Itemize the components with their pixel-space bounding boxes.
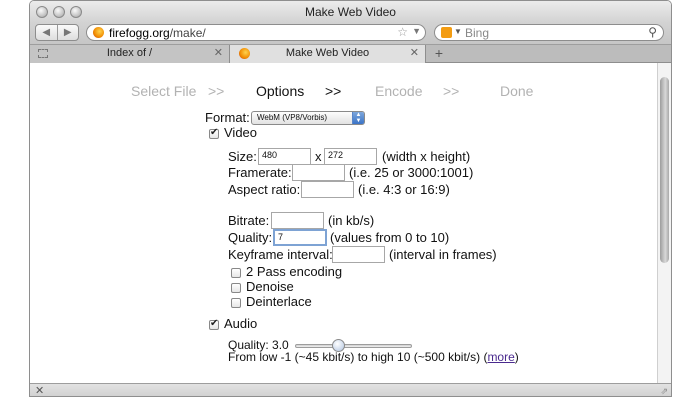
forward-button[interactable]: ▶ xyxy=(56,25,79,40)
aspect-ratio-hint: (i.e. 4:3 or 16:9) xyxy=(358,182,450,197)
video-label: Video xyxy=(224,125,258,140)
aspect-ratio-input[interactable] xyxy=(301,181,354,198)
search-bar[interactable]: ▼ Bing ⚲ xyxy=(434,24,664,41)
bitrate-hint: (in kb/s) xyxy=(328,213,375,228)
audio-quality-slider[interactable] xyxy=(295,344,412,348)
window-title: Make Web Video xyxy=(305,5,396,19)
step-options: Options xyxy=(256,83,305,99)
more-link[interactable]: more xyxy=(487,350,514,364)
denoise-checkbox[interactable] xyxy=(231,283,241,293)
url-domain: firefogg.org xyxy=(109,26,170,40)
site-favicon-icon xyxy=(93,27,104,38)
search-engine-icon[interactable] xyxy=(441,27,452,38)
step-arrow: >> xyxy=(208,83,225,99)
close-paren: ) xyxy=(514,350,519,364)
search-icon[interactable]: ⚲ xyxy=(648,25,657,39)
framerate-label: Framerate: xyxy=(228,165,292,180)
size-label: Size: xyxy=(228,149,257,164)
close-tab-icon[interactable]: ✕ xyxy=(214,46,223,59)
search-engine-dropdown-icon[interactable]: ▼ xyxy=(454,27,462,36)
format-value: WebM (VP8/Vorbis) xyxy=(257,113,328,122)
format-select[interactable]: WebM (VP8/Vorbis) ▲ ▼ xyxy=(251,111,365,125)
step-encode: Encode xyxy=(375,83,423,99)
bookmark-star-icon[interactable]: ☆ xyxy=(397,25,408,39)
status-bar: ✕ ⇗ xyxy=(30,383,671,396)
size-hint: (width x height) xyxy=(382,149,471,164)
browser-window: Make Web Video ◀ ▶ firefogg.org/make/ ☆ … xyxy=(29,0,672,397)
page-content: Select File >> Options >> Encode >> Done… xyxy=(30,63,657,383)
navigation-toolbar: ◀ ▶ firefogg.org/make/ ☆ ▼ ▼ Bing ⚲ xyxy=(30,22,671,44)
keyframe-interval-label: Keyframe interval: xyxy=(228,247,333,262)
resize-grip-icon[interactable]: ⇗ xyxy=(660,386,668,396)
audio-range-label: From low -1 (~45 kbit/s) to high 10 (~50… xyxy=(228,350,488,364)
select-arrows-icon: ▲ ▼ xyxy=(352,112,364,124)
step-done: Done xyxy=(500,83,534,99)
deinterlace-label: Deinterlace xyxy=(246,294,312,309)
keyframe-interval-input[interactable] xyxy=(332,246,385,263)
tab-index[interactable]: Index of / ✕ xyxy=(30,45,230,63)
back-arrow-icon: ◀ xyxy=(42,27,51,38)
keyframe-interval-hint: (interval in frames) xyxy=(389,247,497,262)
close-addon-bar-icon[interactable]: ✕ xyxy=(35,384,44,396)
scrollbar-thumb[interactable] xyxy=(660,77,669,263)
audio-checkbox[interactable] xyxy=(209,318,219,330)
tab-make-web-video[interactable]: Make Web Video ✕ xyxy=(230,45,426,63)
step-arrow: >> xyxy=(325,83,342,99)
format-label: Format: xyxy=(205,110,250,125)
quality-input[interactable]: 7 xyxy=(273,229,327,246)
step-select-file: Select File xyxy=(131,83,197,99)
size-x-label: x xyxy=(315,149,322,164)
tab-label: Index of / xyxy=(106,47,153,59)
audio-range-text: From low -1 (~45 kbit/s) to high 10 (~50… xyxy=(228,350,519,364)
close-tab-icon[interactable]: ✕ xyxy=(410,46,419,59)
two-pass-label: 2 Pass encoding xyxy=(246,264,343,279)
width-input[interactable]: 480 xyxy=(258,148,311,165)
quality-label: Quality: xyxy=(228,230,273,245)
quality-hint: (values from 0 to 10) xyxy=(330,230,450,245)
video-checkbox[interactable] xyxy=(209,127,219,139)
search-input[interactable]: Bing xyxy=(465,26,489,40)
url-dropdown-icon[interactable]: ▼ xyxy=(412,26,421,36)
height-input[interactable]: 272 xyxy=(324,148,377,165)
bitrate-label: Bitrate: xyxy=(228,213,270,228)
vertical-scrollbar[interactable] xyxy=(657,63,671,383)
new-tab-button[interactable]: + xyxy=(427,45,451,63)
step-arrow: >> xyxy=(443,83,460,99)
denoise-label: Denoise xyxy=(246,279,294,294)
aspect-ratio-label: Aspect ratio: xyxy=(228,182,301,197)
two-pass-checkbox[interactable] xyxy=(231,268,241,278)
framerate-hint: (i.e. 25 or 3000:1001) xyxy=(349,165,474,180)
bitrate-input[interactable] xyxy=(271,212,324,229)
tab-label: Make Web Video xyxy=(285,47,370,59)
url-path: /make/ xyxy=(169,26,206,40)
audio-label: Audio xyxy=(224,316,258,331)
back-button[interactable]: ◀ xyxy=(36,25,57,40)
title-bar: Make Web Video xyxy=(30,1,671,22)
framerate-input[interactable] xyxy=(292,164,345,181)
back-forward-group: ◀ ▶ xyxy=(35,24,79,41)
url-text[interactable]: firefogg.org/make/ xyxy=(109,26,206,40)
deinterlace-checkbox[interactable] xyxy=(231,298,241,308)
forward-arrow-icon: ▶ xyxy=(63,27,72,38)
tab-bar: Index of / ✕ Make Web Video ✕ + xyxy=(30,44,671,63)
url-bar[interactable]: firefogg.org/make/ ☆ ▼ xyxy=(86,24,426,41)
